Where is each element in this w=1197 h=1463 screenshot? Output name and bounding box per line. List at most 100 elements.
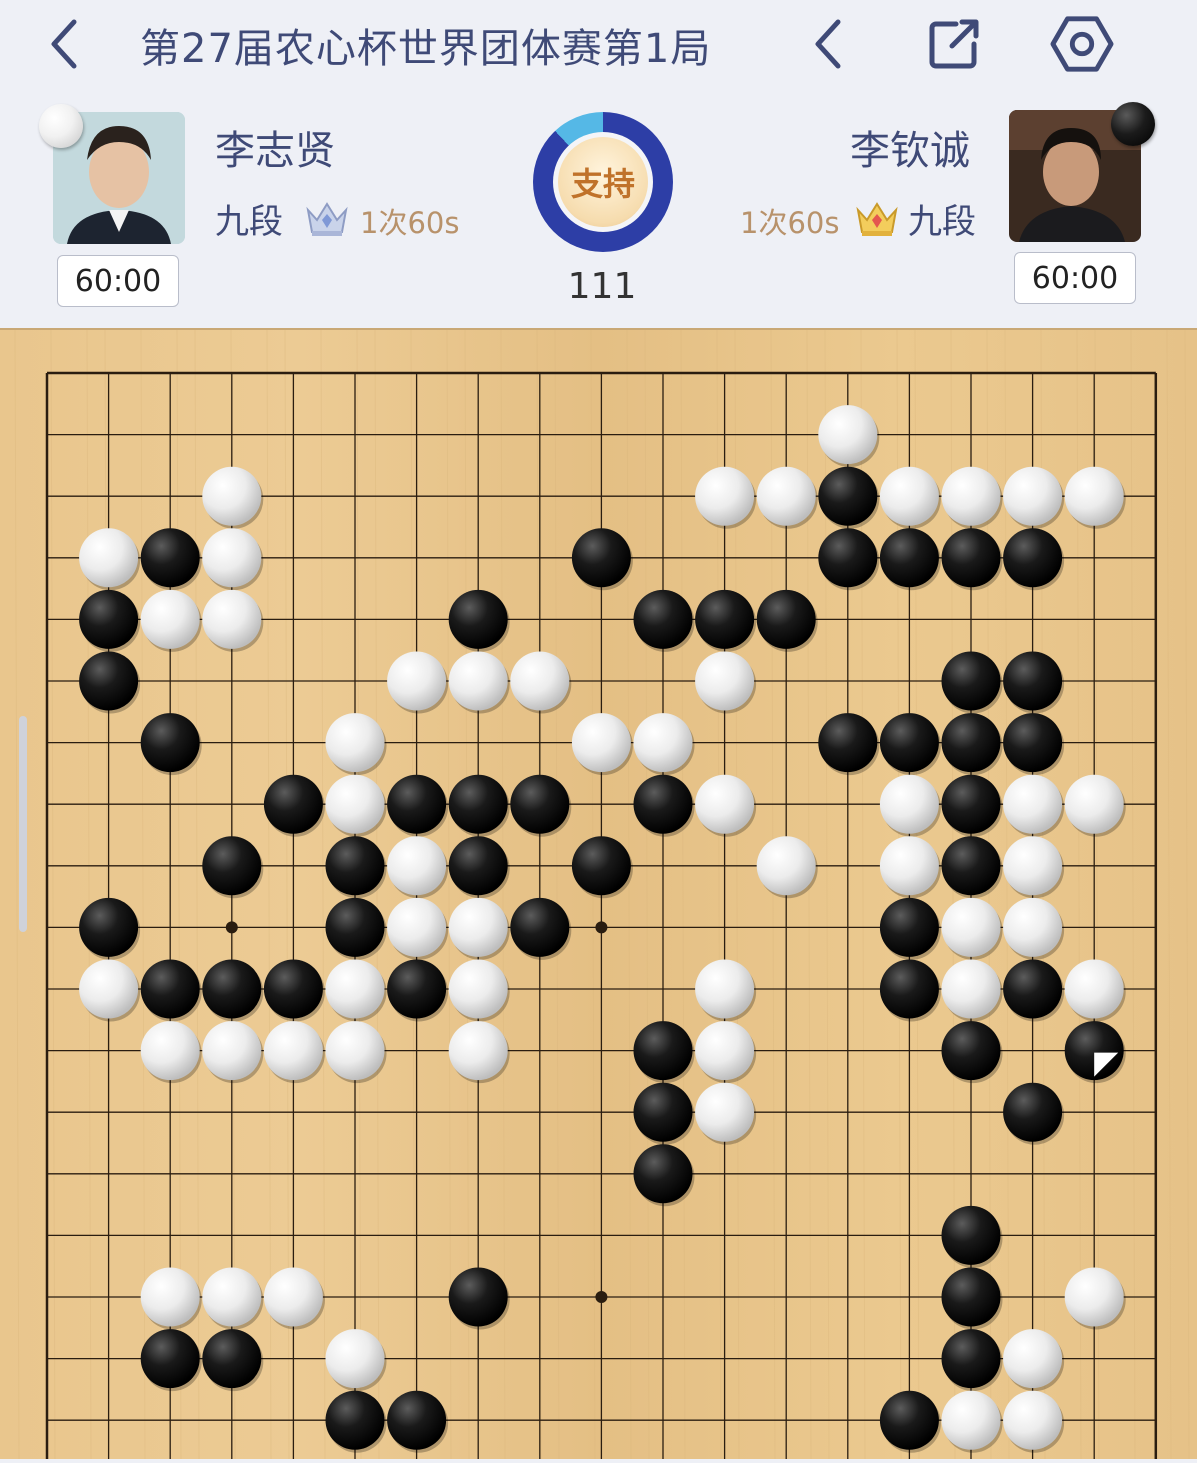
white-stone bbox=[695, 651, 755, 711]
black-stone bbox=[879, 897, 939, 957]
white-stone bbox=[202, 528, 262, 588]
black-stone bbox=[140, 528, 200, 588]
black-stone bbox=[941, 1267, 1001, 1327]
go-board[interactable] bbox=[0, 328, 1197, 1460]
top-bar: 第27届农心杯世界团体赛第1局 bbox=[0, 0, 1197, 92]
white-stone bbox=[202, 466, 262, 526]
black-stone bbox=[325, 897, 385, 957]
black-stone bbox=[879, 959, 939, 1019]
black-stone bbox=[448, 774, 508, 834]
black-stone bbox=[571, 836, 631, 896]
support-button[interactable]: 支持 bbox=[558, 137, 648, 227]
black-stone bbox=[202, 836, 262, 896]
black-stone bbox=[1003, 651, 1063, 711]
white-stone bbox=[695, 1082, 755, 1142]
black-stone bbox=[756, 589, 816, 649]
white-stone bbox=[633, 713, 693, 773]
black-player-byoyomi: 1次60s bbox=[740, 206, 840, 240]
black-player-clock: 60:00 bbox=[1014, 252, 1136, 304]
white-stone bbox=[325, 713, 385, 773]
black-stone bbox=[879, 1390, 939, 1450]
black-stone bbox=[941, 1021, 1001, 1081]
white-stone bbox=[448, 651, 508, 711]
white-stone bbox=[79, 528, 139, 588]
white-stone bbox=[448, 1021, 508, 1081]
white-stone bbox=[571, 713, 631, 773]
black-stone bbox=[387, 959, 447, 1019]
black-stone bbox=[633, 1082, 693, 1142]
white-stone bbox=[140, 589, 200, 649]
black-stone bbox=[387, 774, 447, 834]
support-ratio-ring: 支持 bbox=[533, 112, 673, 252]
white-stone bbox=[1003, 466, 1063, 526]
white-stone bbox=[695, 959, 755, 1019]
scrollbar-thumb[interactable] bbox=[19, 716, 27, 932]
white-stone bbox=[1003, 774, 1063, 834]
black-stone bbox=[941, 1205, 1001, 1265]
white-stone bbox=[325, 959, 385, 1019]
black-player-name: 李钦诚 bbox=[850, 128, 970, 174]
black-stone bbox=[263, 774, 323, 834]
crown-silver-icon bbox=[306, 202, 348, 236]
white-player-byoyomi: 1次60s bbox=[360, 206, 460, 240]
white-stone bbox=[1003, 836, 1063, 896]
chevron-left-icon bbox=[51, 19, 77, 69]
previous-move-button[interactable] bbox=[796, 12, 860, 76]
white-stone bbox=[818, 405, 878, 465]
white-stone bbox=[202, 1021, 262, 1081]
black-stone bbox=[1003, 959, 1063, 1019]
white-stone-indicator bbox=[39, 104, 83, 148]
white-stone bbox=[1064, 1267, 1124, 1327]
white-stone bbox=[756, 836, 816, 896]
white-stone bbox=[387, 836, 447, 896]
white-player-rank: 九段 bbox=[215, 202, 283, 242]
move-number: 111 bbox=[567, 266, 637, 307]
white-stone bbox=[448, 897, 508, 957]
black-stone bbox=[79, 589, 139, 649]
black-stone bbox=[941, 836, 1001, 896]
white-stone bbox=[879, 466, 939, 526]
black-stone bbox=[695, 589, 755, 649]
back-button[interactable] bbox=[32, 12, 96, 76]
black-stone bbox=[325, 1390, 385, 1450]
black-stone bbox=[510, 774, 570, 834]
page-title: 第27届农心杯世界团体赛第1局 bbox=[140, 26, 712, 72]
black-stone bbox=[941, 713, 1001, 773]
black-stone bbox=[818, 466, 878, 526]
white-stone bbox=[325, 1329, 385, 1389]
white-stone bbox=[879, 774, 939, 834]
black-stone bbox=[1003, 528, 1063, 588]
black-stone bbox=[633, 774, 693, 834]
white-stone bbox=[325, 774, 385, 834]
black-stone bbox=[571, 528, 631, 588]
settings-button[interactable] bbox=[1050, 12, 1114, 76]
white-stone bbox=[695, 1021, 755, 1081]
black-stone bbox=[818, 713, 878, 773]
white-player-name: 李志贤 bbox=[215, 128, 335, 174]
white-stone bbox=[202, 589, 262, 649]
white-stone bbox=[879, 836, 939, 896]
white-stone bbox=[387, 651, 447, 711]
white-player-clock: 60:00 bbox=[57, 255, 179, 307]
black-stone bbox=[941, 528, 1001, 588]
black-stone bbox=[633, 589, 693, 649]
black-stone bbox=[941, 1329, 1001, 1389]
black-stone bbox=[510, 897, 570, 957]
share-icon bbox=[929, 19, 979, 69]
black-stone bbox=[140, 959, 200, 1019]
black-stone bbox=[79, 651, 139, 711]
black-stone bbox=[941, 651, 1001, 711]
white-stone bbox=[79, 959, 139, 1019]
white-stone bbox=[1064, 959, 1124, 1019]
star-point bbox=[595, 921, 608, 934]
share-button[interactable] bbox=[922, 12, 986, 76]
white-stone bbox=[1003, 1390, 1063, 1450]
black-stone bbox=[325, 836, 385, 896]
white-stone bbox=[1064, 774, 1124, 834]
black-stone bbox=[818, 528, 878, 588]
white-stone bbox=[1003, 1329, 1063, 1389]
star-point bbox=[225, 921, 238, 934]
white-stone bbox=[263, 1267, 323, 1327]
go-board-grid[interactable] bbox=[0, 329, 1197, 1460]
white-stone bbox=[941, 466, 1001, 526]
